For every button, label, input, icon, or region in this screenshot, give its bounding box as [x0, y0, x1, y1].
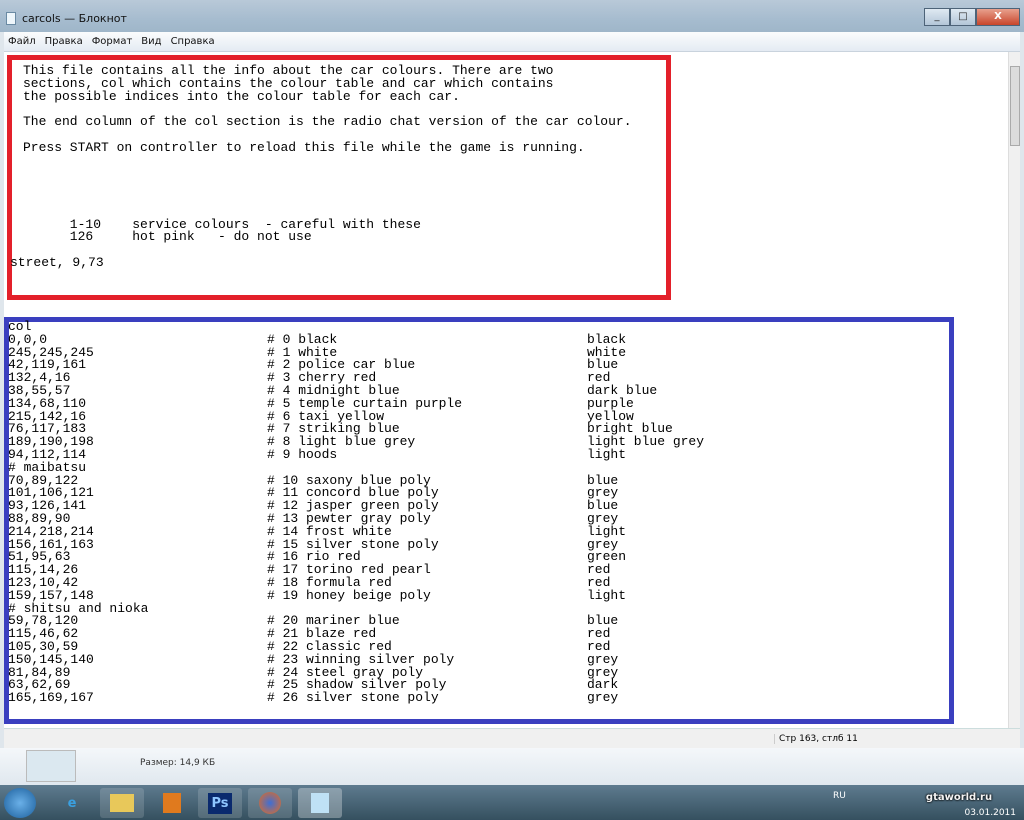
color-comment: # 19 honey beige poly	[267, 587, 431, 603]
menu-file[interactable]: Файл	[8, 36, 36, 47]
internet-explorer-icon[interactable]: e	[50, 788, 94, 818]
notepad-document-icon	[6, 12, 16, 25]
start-button[interactable]	[4, 788, 36, 818]
vertical-scrollbar[interactable]	[1008, 52, 1020, 728]
radio-name: light	[587, 447, 627, 462]
color-table-highlight-box	[4, 317, 954, 724]
color-comment: # 23 winning silver poly	[267, 651, 455, 667]
header-line: Press START on controller to reload this…	[23, 139, 585, 155]
radio-name: black	[587, 331, 627, 347]
color-comment: # 14 frost white	[267, 523, 392, 539]
photoshop-icon[interactable]: Ps	[198, 788, 242, 818]
file-thumbnail	[26, 750, 76, 782]
header-line: the possible indices into the colour tab…	[23, 88, 460, 104]
color-comment: # 0 black	[267, 331, 338, 347]
notepad-icon[interactable]	[298, 788, 342, 818]
color-comment: # 5 temple curtain purple	[267, 395, 463, 411]
header-line: street, 9,73	[10, 255, 104, 270]
menu-format[interactable]: Формат	[92, 36, 133, 47]
menu-help[interactable]: Справка	[171, 36, 215, 47]
header-line: 126 hot pink - do not use	[23, 229, 312, 245]
maximize-button[interactable]: □	[950, 8, 976, 26]
header-line: sections, col which contains the colour …	[23, 75, 554, 91]
media-player-icon[interactable]	[150, 788, 194, 818]
title-bar: carcols — Блокнот _ □ X	[0, 0, 1024, 32]
close-button[interactable]: X	[976, 8, 1020, 26]
menu-bar: Файл Правка Формат Вид Справка	[4, 32, 1020, 52]
file-size: Размер: 14,9 КБ	[140, 758, 216, 768]
menu-view[interactable]: Вид	[141, 36, 161, 47]
radio-name: light	[587, 523, 627, 539]
cursor-position: Стр 163, стлб 11	[774, 734, 858, 744]
color-comment: # 9 hoods	[267, 447, 338, 462]
text-editor[interactable]: This file contains all the info about th…	[4, 52, 1008, 728]
scrollbar-thumb[interactable]	[1010, 66, 1020, 146]
color-comment: # 26 silver stone poly	[267, 690, 439, 706]
header-line: The end column of the col section is the…	[23, 114, 632, 130]
language-indicator[interactable]: RU	[833, 791, 846, 801]
explorer-icon[interactable]	[100, 788, 144, 818]
radio-name: light	[587, 587, 627, 603]
menu-edit[interactable]: Правка	[45, 36, 83, 47]
radio-name: purple	[587, 395, 634, 411]
color-row: 165,169,167 # 26 silver stone poly grey	[8, 690, 618, 706]
rgb-value: 165,169,167	[8, 690, 94, 706]
window-title: carcols — Блокнот	[22, 12, 127, 25]
radio-name: grey	[587, 690, 619, 706]
minimize-button[interactable]: _	[924, 8, 950, 26]
explorer-details-pane: Размер: 14,9 КБ	[0, 748, 1024, 785]
clock-date: 03.01.2011	[964, 808, 1016, 818]
firefox-icon[interactable]	[248, 788, 292, 818]
radio-name: grey	[587, 651, 619, 667]
taskbar: e Ps RU 03.01.2011	[0, 785, 1024, 820]
status-bar: Стр 163, стлб 11	[4, 728, 1020, 748]
